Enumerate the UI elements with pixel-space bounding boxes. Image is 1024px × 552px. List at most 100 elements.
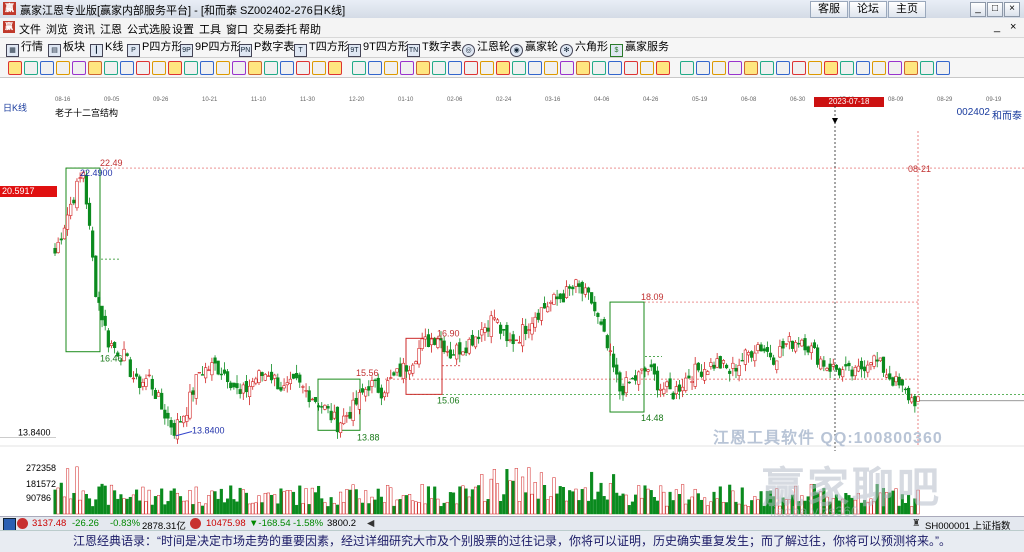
drawing-tool-icon[interactable] (120, 61, 134, 75)
drawing-tool-icon[interactable] (72, 61, 86, 75)
menu-help[interactable]: 帮助 (299, 21, 321, 37)
drawing-tool-icon[interactable] (496, 61, 510, 75)
drawing-tool-icon[interactable] (432, 61, 446, 75)
drawing-tool-icon[interactable] (296, 61, 310, 75)
date-tick: 08-29 (937, 97, 953, 103)
drawing-tool-icon[interactable] (328, 61, 342, 75)
maximize-button[interactable]: □ (987, 2, 1003, 17)
drawing-tool-icon[interactable] (856, 61, 870, 75)
drawing-tool-icon[interactable] (264, 61, 278, 75)
volume-bar (131, 494, 136, 515)
drawing-tool-icon[interactable] (640, 61, 654, 75)
drawing-tool-icon[interactable] (200, 61, 214, 75)
menu-close-button[interactable]: × (1010, 21, 1016, 33)
drawing-tool-icon[interactable] (40, 61, 54, 75)
drawing-tool-icon[interactable] (608, 61, 622, 75)
homepage-button[interactable]: 主页 (888, 1, 926, 18)
candle-body (593, 301, 597, 312)
drawing-tool-icon[interactable] (312, 61, 326, 75)
drawing-tool-icon[interactable] (88, 61, 102, 75)
candle-body (329, 410, 333, 421)
tb-kline[interactable]: ┃ K线 (90, 40, 123, 57)
drawing-tool-icon[interactable] (104, 61, 118, 75)
candle-body (599, 321, 603, 325)
drawing-tool-icon[interactable] (168, 61, 182, 75)
drawing-tool-icon[interactable] (808, 61, 822, 75)
drawing-tool-icon[interactable] (656, 61, 670, 75)
drawing-tool-icon[interactable] (576, 61, 590, 75)
drawing-tool-icon[interactable] (792, 61, 806, 75)
drawing-tool-icon[interactable] (592, 61, 606, 75)
scroll-left-arrow[interactable]: ◀ (367, 518, 374, 529)
drawing-tool-icon[interactable] (464, 61, 478, 75)
drawing-tool-icon[interactable] (152, 61, 166, 75)
tb-quotes[interactable]: ▦ 行情 (6, 40, 43, 57)
menu-minimize-button[interactable]: _ (994, 21, 1000, 33)
menu-tools[interactable]: 工具 (199, 21, 221, 37)
tb-p-square[interactable]: P P四方形 (127, 40, 182, 57)
drawing-tool-icon[interactable] (696, 61, 710, 75)
drawing-tool-icon[interactable] (368, 61, 382, 75)
close-button[interactable]: × (1004, 2, 1020, 17)
menu-trade[interactable]: 交易委托 (253, 21, 297, 37)
drawing-tool-icon[interactable] (512, 61, 526, 75)
drawing-tool-icon[interactable] (248, 61, 262, 75)
drawing-tool-icon[interactable] (728, 61, 742, 75)
drawing-tool-icon[interactable] (528, 61, 542, 75)
drawing-tool-icon[interactable] (216, 61, 230, 75)
menu-browse[interactable]: 浏览 (46, 21, 68, 37)
tb-t-numtable[interactable]: TN T数字表 (407, 40, 462, 57)
forum-button[interactable]: 论坛 (849, 1, 887, 18)
drawing-tool-icon[interactable] (744, 61, 758, 75)
drawing-tool-icon[interactable] (400, 61, 414, 75)
menu-file[interactable]: 文件 (19, 21, 41, 37)
menu-window[interactable]: 窗口 (226, 21, 248, 37)
customer-service-button[interactable]: 客服 (810, 1, 848, 18)
drawing-tool-icon[interactable] (840, 61, 854, 75)
menu-formula-select[interactable]: 公式选股 (127, 21, 171, 37)
drawing-tool-icon[interactable] (184, 61, 198, 75)
candle-body (765, 347, 769, 352)
tb-gann-wheel[interactable]: ◎ 江恩轮 (462, 40, 510, 57)
tb-p-numtable[interactable]: PN P数字表 (239, 40, 294, 57)
menu-gann[interactable]: 江恩 (100, 21, 122, 37)
tb-9p-square[interactable]: 9P 9P四方形 (180, 40, 241, 57)
drawing-tool-icon[interactable] (136, 61, 150, 75)
drawing-tool-icon[interactable] (624, 61, 638, 75)
drawing-tool-icon[interactable] (480, 61, 494, 75)
drawing-tool-icon[interactable] (232, 61, 246, 75)
tb-t-square[interactable]: T T四方形 (294, 40, 349, 57)
drawing-tool-icon[interactable] (24, 61, 38, 75)
drawing-tool-icon[interactable] (416, 61, 430, 75)
drawing-tool-icon[interactable] (8, 61, 22, 75)
drawing-tool-icon[interactable] (280, 61, 294, 75)
drawing-tool-icon[interactable] (936, 61, 950, 75)
drawing-tool-icon[interactable] (56, 61, 70, 75)
tb-hexagon[interactable]: ✻ 六角形 (560, 40, 608, 57)
drawing-tool-icon[interactable] (888, 61, 902, 75)
drawing-tool-icon[interactable] (384, 61, 398, 75)
drawing-tool-icon[interactable] (680, 61, 694, 75)
drawing-tool-icon[interactable] (760, 61, 774, 75)
drawing-tool-icon[interactable] (544, 61, 558, 75)
candle-body (232, 382, 236, 388)
menu-info[interactable]: 资讯 (73, 21, 95, 37)
tb-sector[interactable]: ▤ 板块 (48, 40, 85, 57)
drawing-tool-icon[interactable] (920, 61, 934, 75)
drawing-tool-icon[interactable] (824, 61, 838, 75)
drawing-tool-icon[interactable] (352, 61, 366, 75)
candle-body (690, 381, 694, 383)
volume-bar (119, 494, 123, 515)
drawing-tool-icon[interactable] (560, 61, 574, 75)
drawing-tool-icon[interactable] (776, 61, 790, 75)
candle-body (483, 327, 487, 333)
tb-winner-service[interactable]: $ 赢家服务 (610, 40, 669, 57)
drawing-tool-icon[interactable] (904, 61, 918, 75)
tb-9t-square[interactable]: 9T 9T四方形 (348, 40, 409, 57)
menu-settings[interactable]: 设置 (172, 21, 194, 37)
drawing-tool-icon[interactable] (712, 61, 726, 75)
tb-winner-wheel[interactable]: ◉ 赢家轮 (510, 40, 558, 57)
minimize-button[interactable]: _ (970, 2, 986, 17)
drawing-tool-icon[interactable] (872, 61, 886, 75)
drawing-tool-icon[interactable] (448, 61, 462, 75)
